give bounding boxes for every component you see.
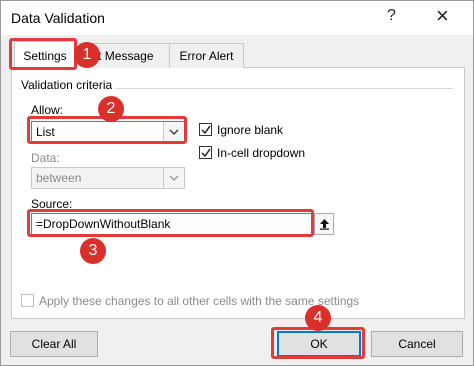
in-cell-dropdown-label[interactable]: In-cell dropdown — [217, 146, 305, 160]
window-title: Data Validation — [11, 10, 105, 26]
data-label: Data: — [31, 151, 60, 165]
cancel-button[interactable]: Cancel — [371, 331, 463, 357]
in-cell-dropdown-checkbox[interactable] — [199, 146, 212, 159]
tab-error-alert[interactable]: Error Alert — [169, 43, 244, 68]
help-button[interactable]: ? — [387, 7, 396, 25]
callout-badge-4: 4 — [305, 305, 331, 331]
clear-all-label: Clear All — [31, 337, 77, 351]
settings-tab-highlight — [9, 38, 77, 70]
tab-error-alert-label: Error Alert — [179, 49, 234, 63]
ignore-blank-label[interactable]: Ignore blank — [217, 123, 283, 137]
ok-button-highlight — [271, 327, 365, 359]
validation-criteria-label: Validation criteria — [21, 78, 117, 92]
range-select-icon — [320, 219, 329, 230]
close-button[interactable]: × — [436, 3, 449, 29]
cancel-label: Cancel — [398, 337, 436, 351]
clear-all-button[interactable]: Clear All — [10, 331, 98, 357]
data-select: between — [31, 167, 185, 189]
apply-all-checkbox — [21, 294, 34, 307]
ignore-blank-checkbox[interactable] — [199, 123, 212, 136]
callout-badge-3: 3 — [80, 238, 106, 264]
data-value: between — [36, 171, 82, 185]
allow-label: Allow: — [31, 103, 64, 117]
callout-badge-2: 2 — [98, 96, 124, 122]
collapse-dialog-button[interactable] — [314, 213, 334, 235]
callout-badge-1: 1 — [74, 42, 100, 68]
title-bar: Data Validation ? × — [1, 1, 473, 35]
tab-input-message-label: ut Message — [91, 49, 154, 63]
chevron-down-icon — [163, 168, 184, 188]
source-input-highlight — [27, 209, 314, 237]
